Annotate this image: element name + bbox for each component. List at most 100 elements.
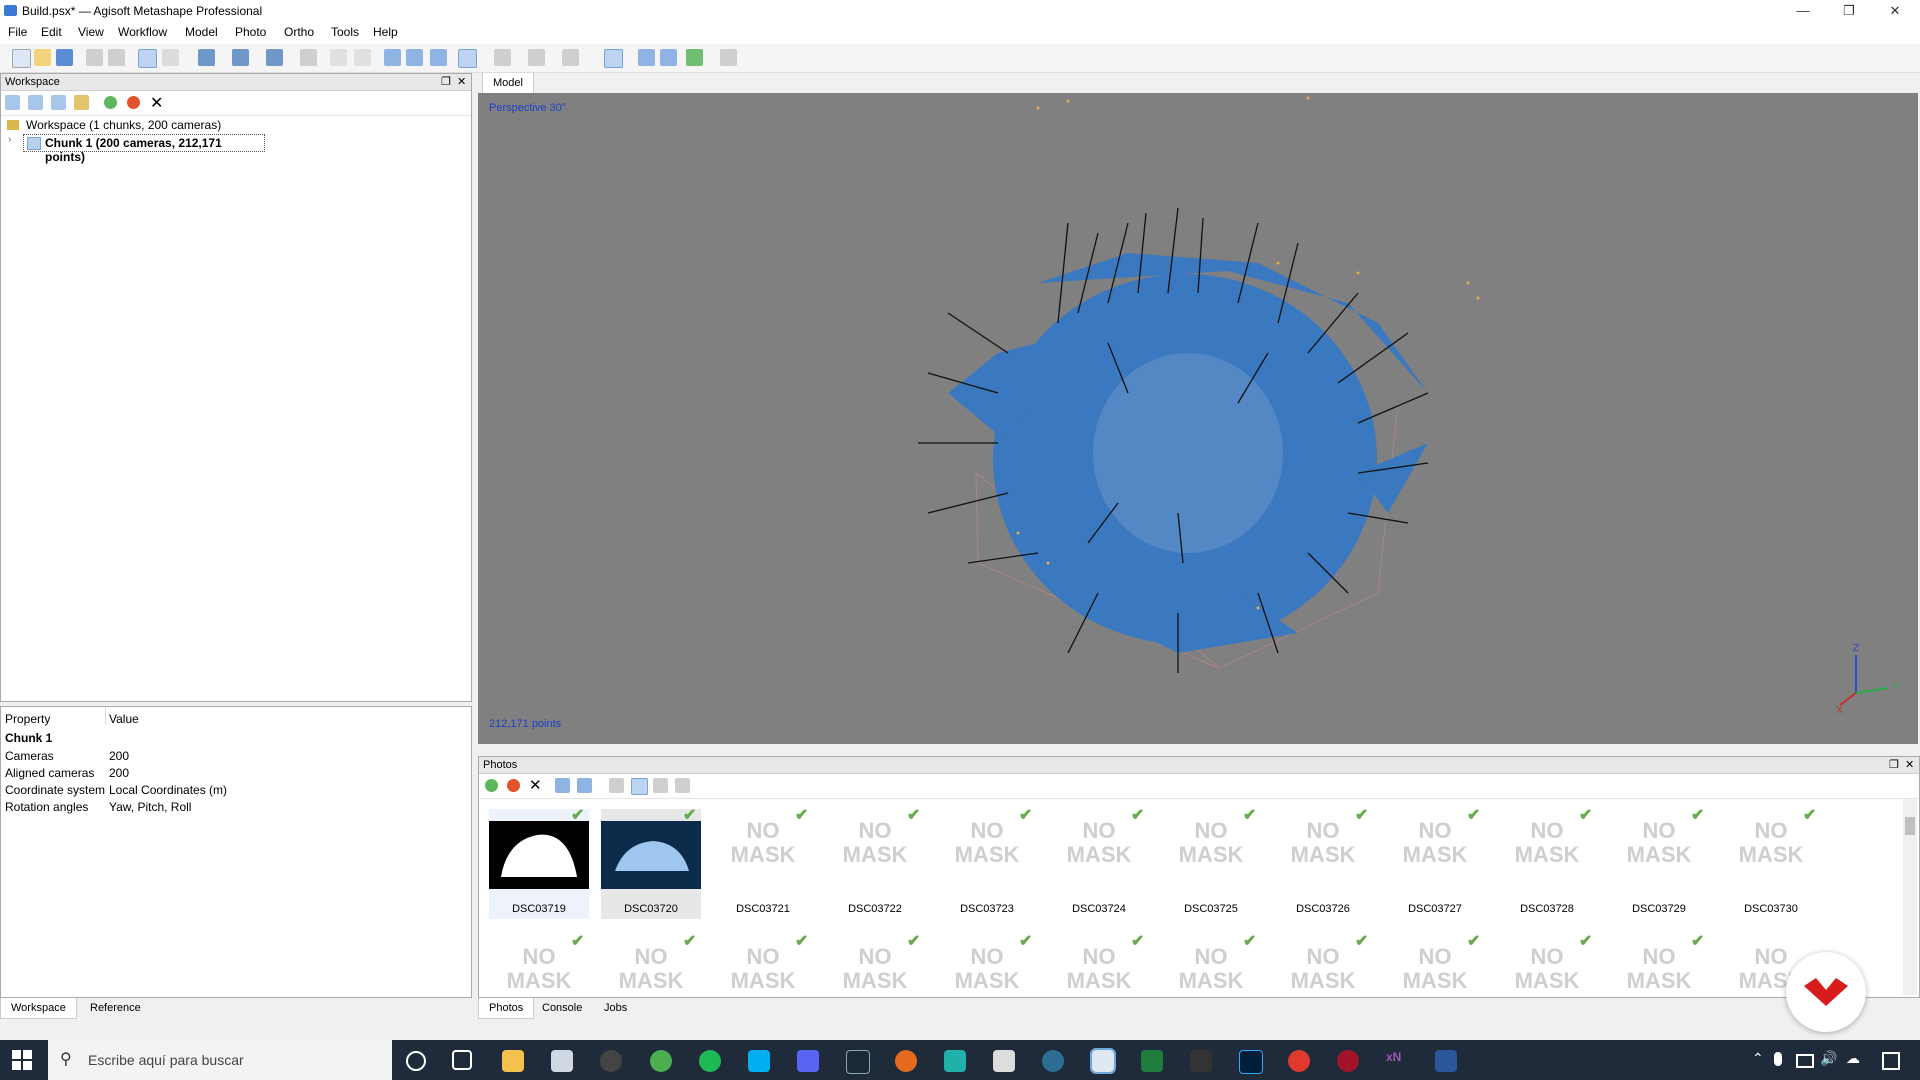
- add-chunk-icon[interactable]: [5, 95, 20, 110]
- chrome-icon[interactable]: [650, 1050, 672, 1072]
- photo-item[interactable]: NO MASK ✔: [713, 933, 813, 997]
- textured-icon[interactable]: [562, 49, 579, 66]
- app-icon-4[interactable]: [1042, 1050, 1064, 1072]
- microphone-icon[interactable]: [1774, 1052, 1782, 1066]
- shaded-icon[interactable]: [528, 49, 545, 66]
- photo-item[interactable]: NO MASK ✔ DSC03721: [713, 809, 813, 919]
- photo-item[interactable]: NO MASK ✔: [601, 933, 701, 997]
- close-icon[interactable]: ✕: [1872, 0, 1918, 22]
- obs-icon[interactable]: [600, 1050, 622, 1072]
- show-cameras-icon[interactable]: [458, 49, 477, 68]
- file-explorer-icon[interactable]: [502, 1050, 524, 1072]
- network-icon[interactable]: [1796, 1054, 1814, 1068]
- float-panel-icon[interactable]: ❐: [441, 74, 451, 91]
- ruler-icon[interactable]: [266, 49, 283, 66]
- model-viewport[interactable]: Perspective 30° 212,171 points Z Y X: [478, 93, 1918, 744]
- show-images-icon[interactable]: [653, 778, 668, 793]
- xnview-icon[interactable]: xN: [1386, 1050, 1408, 1072]
- show-region-icon[interactable]: [604, 49, 623, 68]
- show-trackball-icon[interactable]: [638, 49, 655, 66]
- measure-icon[interactable]: [300, 49, 317, 66]
- add-photos-icon[interactable]: [28, 95, 43, 110]
- photo-item[interactable]: NO MASK ✔: [1497, 933, 1597, 997]
- app-icon-8[interactable]: [1337, 1050, 1359, 1072]
- tray-chevron-icon[interactable]: ⌃: [1752, 1050, 1764, 1067]
- tab-workspace[interactable]: Workspace: [0, 998, 77, 1019]
- close-photos-icon[interactable]: ✕: [1905, 757, 1914, 774]
- rotate-left-icon[interactable]: [555, 778, 570, 793]
- photo-item[interactable]: NO MASK ✔ DSC03727: [1385, 809, 1485, 919]
- close-panel-icon[interactable]: ✕: [457, 74, 466, 91]
- show-cameras-list-icon[interactable]: [609, 778, 624, 793]
- new-icon[interactable]: [12, 49, 31, 68]
- minimize-icon[interactable]: —: [1780, 0, 1826, 22]
- reset-view-icon[interactable]: [430, 49, 447, 66]
- app-icon-5[interactable]: [1141, 1050, 1163, 1072]
- show-masks-icon[interactable]: [631, 778, 648, 795]
- tab-console[interactable]: Console: [532, 998, 592, 1018]
- photo-item[interactable]: NO MASK ✔ DSC03726: [1273, 809, 1373, 919]
- menu-photo[interactable]: Photo: [235, 25, 266, 39]
- show-info-icon[interactable]: [720, 49, 737, 66]
- remove-cameras-icon[interactable]: ✕: [529, 776, 542, 794]
- photo-item[interactable]: NO MASK ✔: [1273, 933, 1373, 997]
- volume-icon[interactable]: 🔊: [1820, 1050, 1837, 1067]
- redo-icon[interactable]: [108, 49, 125, 66]
- spotify-icon[interactable]: [699, 1050, 721, 1072]
- tab-reference[interactable]: Reference: [80, 998, 151, 1018]
- chunk-item[interactable]: Chunk 1 (200 cameras, 212,171 points): [23, 134, 265, 164]
- photo-item[interactable]: NO MASK ✔ DSC03725: [1161, 809, 1261, 919]
- photo-item[interactable]: NO MASK ✔: [825, 933, 925, 997]
- app-icon-3[interactable]: [944, 1050, 966, 1072]
- expand-chevron-icon[interactable]: ›: [8, 134, 11, 145]
- photo-item[interactable]: ✔ DSC03720: [601, 809, 701, 919]
- add-folder-icon[interactable]: [51, 95, 66, 110]
- photo-item[interactable]: NO MASK ✔ DSC03730: [1721, 809, 1821, 919]
- menu-file[interactable]: File: [8, 25, 27, 39]
- view-mode-icon[interactable]: [675, 778, 690, 793]
- save-icon[interactable]: [56, 49, 73, 66]
- menu-model[interactable]: Model: [185, 25, 218, 39]
- model-icon[interactable]: [198, 49, 215, 66]
- remove-items-icon[interactable]: ✕: [150, 93, 163, 113]
- show-markers-icon[interactable]: [660, 49, 677, 66]
- restore-icon[interactable]: ❐: [1826, 0, 1872, 22]
- navigation-icon[interactable]: [138, 49, 157, 68]
- enable-icon[interactable]: [104, 96, 117, 109]
- photoshop-icon[interactable]: [1239, 1050, 1263, 1074]
- photo-item[interactable]: NO MASK ✔: [1161, 933, 1261, 997]
- capture-view-icon[interactable]: [686, 49, 703, 66]
- zbrush-icon[interactable]: [993, 1050, 1015, 1072]
- photo-item[interactable]: NO MASK ✔ DSC03728: [1497, 809, 1597, 919]
- photo-item[interactable]: NO MASK ✔: [489, 933, 589, 997]
- word-icon[interactable]: [1435, 1050, 1457, 1072]
- onedrive-icon[interactable]: ☁: [1846, 1050, 1860, 1067]
- photo-item[interactable]: NO MASK ✔: [1049, 933, 1149, 997]
- steam-icon[interactable]: [846, 1050, 870, 1074]
- photo-item[interactable]: NO MASK ✔: [937, 933, 1037, 997]
- tab-model[interactable]: Model: [482, 73, 534, 94]
- merge-chunks-icon[interactable]: [74, 95, 89, 110]
- app-icon-7[interactable]: [1288, 1050, 1310, 1072]
- scroll-thumb[interactable]: [1905, 817, 1915, 835]
- photo-item[interactable]: NO MASK ✔: [1385, 933, 1485, 997]
- point-cloud-icon[interactable]: [494, 49, 511, 66]
- enable-cameras-icon[interactable]: [485, 779, 498, 792]
- menu-help[interactable]: Help: [373, 25, 398, 39]
- tab-jobs[interactable]: Jobs: [594, 998, 637, 1018]
- discord-icon[interactable]: [797, 1050, 819, 1072]
- metashape-taskbar-icon[interactable]: [1090, 1048, 1116, 1074]
- float-photos-icon[interactable]: ❐: [1889, 757, 1899, 774]
- crop-selection-icon[interactable]: [354, 49, 371, 66]
- disable-cameras-icon[interactable]: [507, 779, 520, 792]
- menu-tools[interactable]: Tools: [331, 25, 359, 39]
- tab-photos[interactable]: Photos: [478, 998, 535, 1019]
- menu-ortho[interactable]: Ortho: [284, 25, 314, 39]
- zoom-in-icon[interactable]: [384, 49, 401, 66]
- blender-icon[interactable]: [895, 1050, 917, 1072]
- zoom-out-icon[interactable]: [406, 49, 423, 66]
- photo-item[interactable]: NO MASK ✔ DSC03724: [1049, 809, 1149, 919]
- notifications-icon[interactable]: [1882, 1052, 1900, 1070]
- skype-icon[interactable]: [748, 1050, 770, 1072]
- move-object-icon[interactable]: [232, 49, 249, 66]
